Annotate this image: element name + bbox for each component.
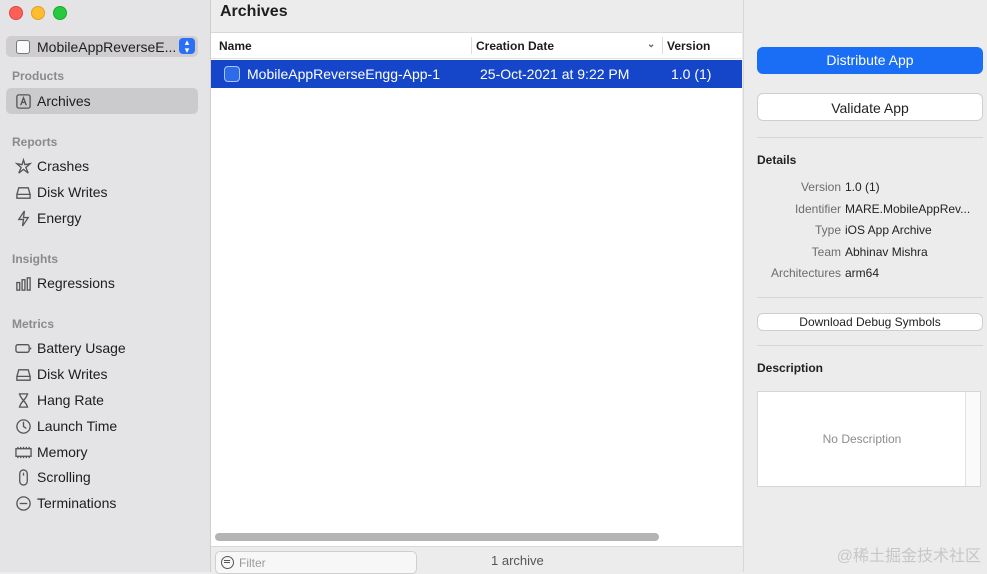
row-name: MobileAppReverseEngg-App-1 — [247, 66, 440, 82]
detail-key: Version — [800, 180, 841, 194]
battery-icon — [14, 339, 32, 357]
description-title: Description — [757, 361, 824, 375]
divider — [757, 345, 983, 346]
detail-value: iOS App Archive — [845, 223, 932, 237]
sidebar-item-label: Energy — [37, 210, 82, 226]
window-controls — [9, 6, 67, 20]
download-debug-symbols-button[interactable]: Download Debug Symbols — [757, 313, 983, 331]
chart-bars-icon — [14, 274, 32, 292]
chevron-up-down-icon[interactable]: ▴ ▾ — [179, 38, 195, 55]
sidebar-item-label: Terminations — [37, 495, 117, 511]
sidebar-item-launch-time[interactable]: Launch Time — [6, 413, 198, 439]
crash-icon — [14, 157, 32, 175]
detail-key: Team — [811, 245, 841, 259]
xcode-archive-icon — [224, 66, 240, 82]
table-header: Name Creation Date ⌄ Version — [211, 33, 742, 59]
sidebar-item-label: Hang Rate — [37, 392, 104, 408]
detail-key: Architectures — [770, 266, 841, 280]
clock-icon — [14, 417, 32, 435]
minus-circle-icon — [14, 494, 32, 512]
row-version: 1.0 (1) — [671, 66, 712, 82]
scheme-selector[interactable]: MobileAppReverseE... ▴ ▾ — [6, 36, 198, 57]
filter-icon — [221, 556, 234, 569]
section-insights: Insights — [12, 252, 59, 266]
sidebar-item-label: Memory — [37, 444, 88, 460]
column-header-version[interactable]: Version — [667, 39, 710, 53]
section-metrics: Metrics — [12, 317, 55, 331]
column-header-creation-date[interactable]: Creation Date — [476, 39, 554, 53]
sidebar-item-terminations[interactable]: Terminations — [6, 490, 198, 516]
row-creation-date: 25-Oct-2021 at 9:22 PM — [480, 66, 630, 82]
sidebar-item-label: Launch Time — [37, 418, 118, 434]
app-target-icon — [16, 39, 30, 54]
archive-icon — [14, 92, 32, 110]
sidebar-item-regressions[interactable]: Regressions — [6, 270, 198, 296]
horizontal-scrollbar[interactable] — [215, 533, 659, 541]
sidebar-item-disk-writes-metric[interactable]: Disk Writes — [6, 361, 198, 387]
bolt-icon — [14, 209, 32, 227]
detail-key: Type — [814, 223, 841, 237]
disk-icon — [14, 183, 32, 201]
description-placeholder: No Description — [822, 432, 902, 446]
detail-key: Identifier — [794, 202, 841, 216]
watermark: @稀土掘金技术社区 — [836, 548, 981, 565]
detail-value: Abhinav Mishra — [845, 245, 928, 259]
sidebar-item-archives[interactable]: Archives — [6, 88, 198, 114]
sidebar-item-disk-writes[interactable]: Disk Writes — [6, 179, 198, 205]
vertical-scrollbar[interactable] — [965, 392, 980, 486]
scroll-icon — [14, 468, 32, 486]
chevron-down-icon[interactable]: ⌄ — [647, 39, 655, 50]
divider — [757, 297, 983, 298]
archives-list-panel: Archives Name Creation Date ⌄ Version Mo… — [211, 0, 742, 574]
section-products: Products — [12, 69, 65, 83]
list-footer: Filter 1 archive — [211, 546, 742, 574]
detail-value: arm64 — [845, 266, 880, 280]
disk-icon — [14, 365, 32, 383]
zoom-window-button[interactable] — [53, 6, 67, 20]
page-title: Archives — [220, 3, 288, 20]
sidebar-item-battery-usage[interactable]: Battery Usage — [6, 335, 198, 361]
sidebar-item-scrolling[interactable]: Scrolling — [6, 464, 198, 490]
table-row[interactable]: MobileAppReverseEngg-App-1 25-Oct-2021 a… — [211, 60, 742, 88]
details-title: Details — [757, 153, 797, 167]
archives-header: Archives — [211, 0, 742, 33]
validate-app-button[interactable]: Validate App — [757, 93, 983, 121]
divider — [757, 137, 983, 138]
close-window-button[interactable] — [9, 6, 23, 20]
archive-count: 1 archive — [491, 553, 544, 568]
sidebar-item-hang-rate[interactable]: Hang Rate — [6, 387, 198, 413]
description-field[interactable]: No Description — [757, 391, 981, 487]
sidebar-item-label: Archives — [37, 93, 91, 109]
memory-chip-icon — [14, 443, 32, 461]
sidebar: MobileAppReverseE... ▴ ▾ Products Archive… — [0, 0, 211, 572]
details-panel: Distribute App Validate App Details Vers… — [743, 0, 987, 572]
column-divider[interactable] — [662, 37, 663, 54]
sidebar-item-label: Scrolling — [37, 469, 91, 485]
sidebar-item-label: Regressions — [37, 275, 115, 291]
sidebar-item-memory[interactable]: Memory — [6, 439, 198, 465]
section-reports: Reports — [12, 135, 58, 149]
detail-value: 1.0 (1) — [845, 180, 880, 194]
scheme-label: MobileAppReverseE... — [37, 38, 177, 55]
filter-field[interactable]: Filter — [215, 551, 417, 574]
filter-placeholder: Filter — [239, 555, 266, 570]
sidebar-item-crashes[interactable]: Crashes — [6, 153, 198, 179]
sidebar-item-energy[interactable]: Energy — [6, 205, 198, 231]
detail-value: MARE.MobileAppRev... — [845, 202, 971, 216]
distribute-app-button[interactable]: Distribute App — [757, 47, 983, 74]
sidebar-item-label: Disk Writes — [37, 184, 108, 200]
sidebar-item-label: Crashes — [37, 158, 90, 174]
hourglass-icon — [14, 391, 32, 409]
minimize-window-button[interactable] — [31, 6, 45, 20]
column-divider[interactable] — [471, 37, 472, 54]
column-header-name[interactable]: Name — [219, 39, 252, 53]
sidebar-item-label: Battery Usage — [37, 340, 126, 356]
sidebar-item-label: Disk Writes — [37, 366, 108, 382]
